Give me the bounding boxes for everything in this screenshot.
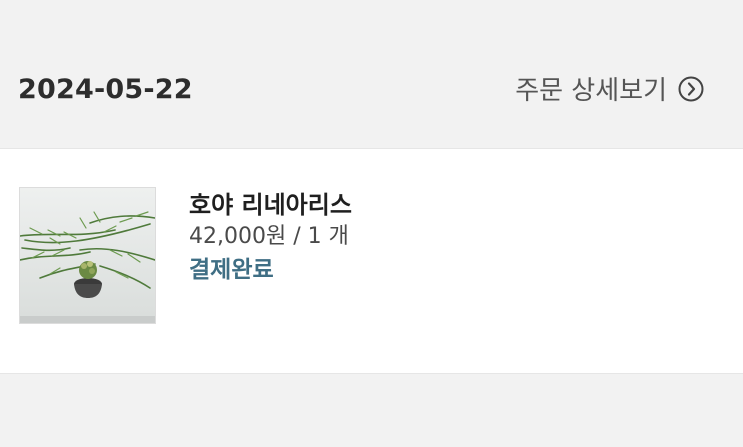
- payment-status: 결제완료: [189, 257, 274, 283]
- order-detail-label: 주문 상세보기: [515, 76, 667, 106]
- order-item-card[interactable]: 호야 리네아리스 42,000원 / 1 개 결제완료: [0, 148, 743, 374]
- order-detail-link[interactable]: 주문 상세보기: [515, 70, 705, 107]
- product-thumbnail[interactable]: [19, 187, 156, 324]
- order-header: 2024-05-22 주문 상세보기: [0, 0, 743, 148]
- order-date: 2024-05-22: [18, 74, 193, 105]
- price-quantity: 42,000원 / 1 개: [189, 224, 349, 249]
- plant-image: [20, 188, 155, 323]
- product-name[interactable]: 호야 리네아리스: [189, 189, 352, 221]
- item-info: 호야 리네아리스 42,000원 / 1 개 결제완료: [189, 189, 352, 287]
- chevron-right-circle-icon: [678, 76, 704, 101]
